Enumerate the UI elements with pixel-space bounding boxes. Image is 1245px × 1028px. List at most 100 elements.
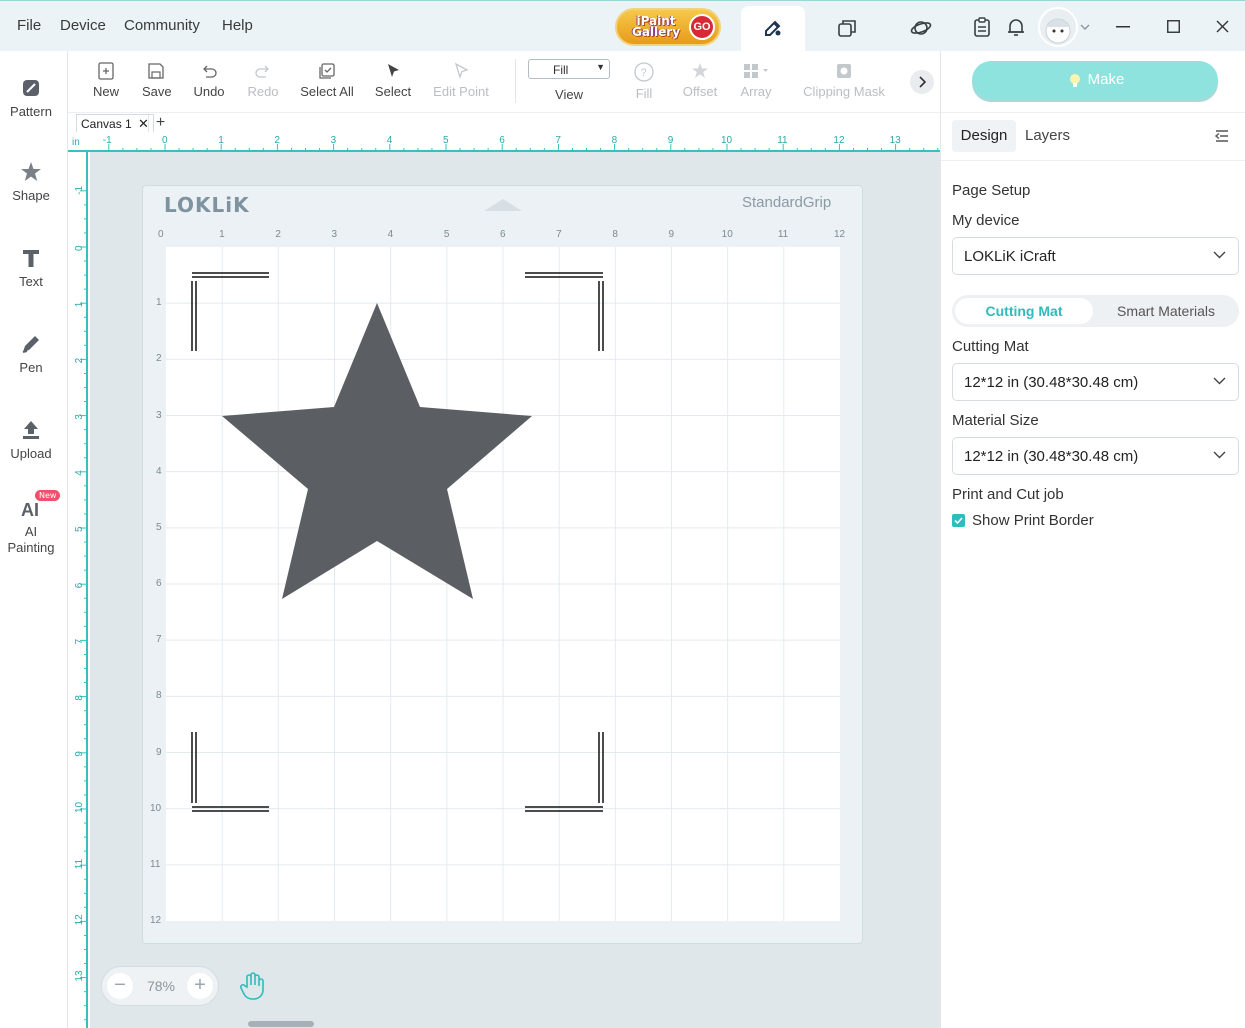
sidebar-item-pen[interactable]: Pen	[0, 333, 62, 376]
array-grid-icon	[744, 64, 768, 78]
avatar[interactable]	[1038, 7, 1078, 47]
mat-x-number: 10	[721, 229, 733, 240]
zoom-in-button[interactable]: +	[187, 973, 213, 999]
design-canvas-objects	[191, 272, 604, 812]
dropdown-arrow-icon: ▼	[596, 62, 605, 72]
page-setup-heading: Page Setup	[952, 182, 1031, 199]
menu-community[interactable]: Community	[124, 17, 200, 34]
panel-divider	[941, 160, 1245, 161]
star-shape[interactable]	[222, 303, 532, 599]
upload-icon	[23, 421, 39, 439]
my-device-label: My device	[952, 212, 1020, 229]
mat-x-number: 4	[387, 229, 394, 240]
checkmark-icon	[954, 517, 963, 525]
make-label: Make	[1087, 71, 1125, 88]
cutting-mat-dropdown[interactable]: 12*12 in (30.48*30.48 cm)	[952, 363, 1239, 401]
sidebar-item-label: Pattern	[10, 104, 52, 119]
redo-button[interactable]: Redo	[247, 61, 279, 99]
show-print-border-checkbox[interactable]	[952, 514, 965, 527]
horizontal-scrollbar[interactable]	[248, 1021, 314, 1027]
clipboard-icon[interactable]	[973, 17, 991, 37]
ruler-number: 3	[331, 135, 337, 146]
close-icon[interactable]	[1216, 20, 1229, 33]
tab-projects[interactable]	[815, 6, 879, 52]
pen-icon	[22, 336, 39, 353]
left-tool-panel: Pattern Shape Text Pen Upload AI AI Pain…	[0, 51, 68, 1028]
undo-button[interactable]: Undo	[192, 61, 226, 99]
tab-design-workspace[interactable]	[741, 6, 805, 52]
zoom-out-button[interactable]: −	[107, 973, 133, 999]
cutting-mat-label: Cutting Mat	[952, 338, 1029, 355]
mat-x-number: 1	[219, 229, 225, 240]
new-button[interactable]: New	[92, 61, 120, 99]
mat-y-number: 11	[150, 858, 161, 870]
save-button[interactable]: Save	[142, 61, 172, 99]
collapse-panel-icon[interactable]	[1214, 129, 1230, 143]
shape-icon	[21, 162, 41, 181]
tab-canvas-1[interactable]: Canvas 1 ✕	[76, 114, 154, 133]
ruler-number: 9	[74, 751, 85, 757]
sidebar-item-label: Pen	[19, 360, 43, 375]
chevron-down-icon[interactable]	[1080, 23, 1090, 31]
material-size-dropdown[interactable]: 12*12 in (30.48*30.48 cm)	[952, 437, 1239, 475]
ruler-number: -1	[103, 135, 112, 146]
mat-y-number: 5	[156, 521, 162, 533]
menu-file[interactable]: File	[17, 17, 41, 34]
minimize-icon[interactable]	[1116, 26, 1130, 28]
ruler-number: 10	[74, 801, 85, 813]
panel-divider	[941, 112, 1245, 113]
avatar-face-icon	[1045, 18, 1071, 44]
help-circle-icon: ?	[634, 62, 654, 82]
left-ruler-ticks: -1012345678910111213	[74, 185, 88, 1021]
undo-label: Undo	[193, 84, 225, 99]
mat-y-number: 7	[156, 634, 162, 646]
offset-button[interactable]: Offset	[682, 61, 718, 99]
hand-pan-icon[interactable]	[239, 971, 267, 1001]
sidebar-item-upload[interactable]: Upload	[0, 419, 62, 462]
smart-materials-toggle[interactable]: Smart Materials	[1097, 298, 1235, 324]
make-button[interactable]: Make	[972, 61, 1218, 99]
tab-design[interactable]: Design	[952, 120, 1016, 152]
mat-y-number: 2	[156, 353, 162, 365]
ruler-number: 8	[612, 135, 618, 146]
clipping-mask-icon	[837, 64, 851, 78]
toolbar-scroll-right-button[interactable]	[910, 70, 934, 94]
ruler-number: 12	[74, 914, 85, 926]
mat-material-toggle: Cutting Mat Smart Materials	[952, 295, 1239, 327]
gallery-label: iPaint Gallery	[631, 14, 681, 39]
mat-y-number: 10	[150, 802, 162, 814]
offset-star-icon	[692, 63, 708, 78]
sidebar-item-text[interactable]: Text	[0, 247, 62, 290]
ruler-number: 13	[890, 135, 902, 146]
material-size-label: Material Size	[952, 412, 1039, 429]
tab-layers[interactable]: Layers	[1025, 120, 1070, 152]
projects-icon	[838, 20, 856, 37]
bell-icon[interactable]	[1007, 17, 1025, 37]
ruler-number: -1	[74, 185, 85, 194]
fill-mode-select[interactable]: Fill ▼	[528, 59, 610, 79]
cutting-mat-toggle[interactable]: Cutting Mat	[955, 298, 1093, 324]
registration-mark-bottom-right	[525, 732, 604, 812]
menu-help[interactable]: Help	[222, 17, 253, 34]
tab-explore[interactable]	[889, 6, 953, 52]
ruler-number: 9	[668, 135, 674, 146]
fill-button[interactable]: ? Fill	[630, 61, 658, 101]
maximize-icon[interactable]	[1167, 20, 1180, 33]
select-button[interactable]: Select	[374, 61, 412, 99]
fill-mode-value: Fill	[553, 63, 569, 77]
edit-point-button[interactable]: Edit Point	[432, 61, 490, 99]
array-button[interactable]: Array	[739, 61, 773, 99]
my-device-dropdown[interactable]: LOKLiK iCraft	[952, 237, 1239, 275]
sidebar-item-ai-painting[interactable]: AI AI Painting	[0, 497, 62, 556]
menu-device[interactable]: Device	[60, 17, 106, 34]
clipping-mask-button[interactable]: Clipping Mask	[803, 61, 885, 99]
save-icon	[148, 63, 164, 79]
select-all-button[interactable]: Select All	[300, 61, 354, 99]
ipaint-gallery-button[interactable]: iPaint Gallery GO	[615, 8, 721, 46]
sidebar-item-pattern[interactable]: Pattern	[0, 77, 62, 120]
ruler-number: 4	[387, 135, 393, 146]
sidebar-item-shape[interactable]: Shape	[0, 161, 62, 204]
ruler-number: 6	[499, 135, 505, 146]
mat-x-number: 9	[668, 229, 675, 240]
add-canvas-button[interactable]: +	[148, 113, 172, 133]
